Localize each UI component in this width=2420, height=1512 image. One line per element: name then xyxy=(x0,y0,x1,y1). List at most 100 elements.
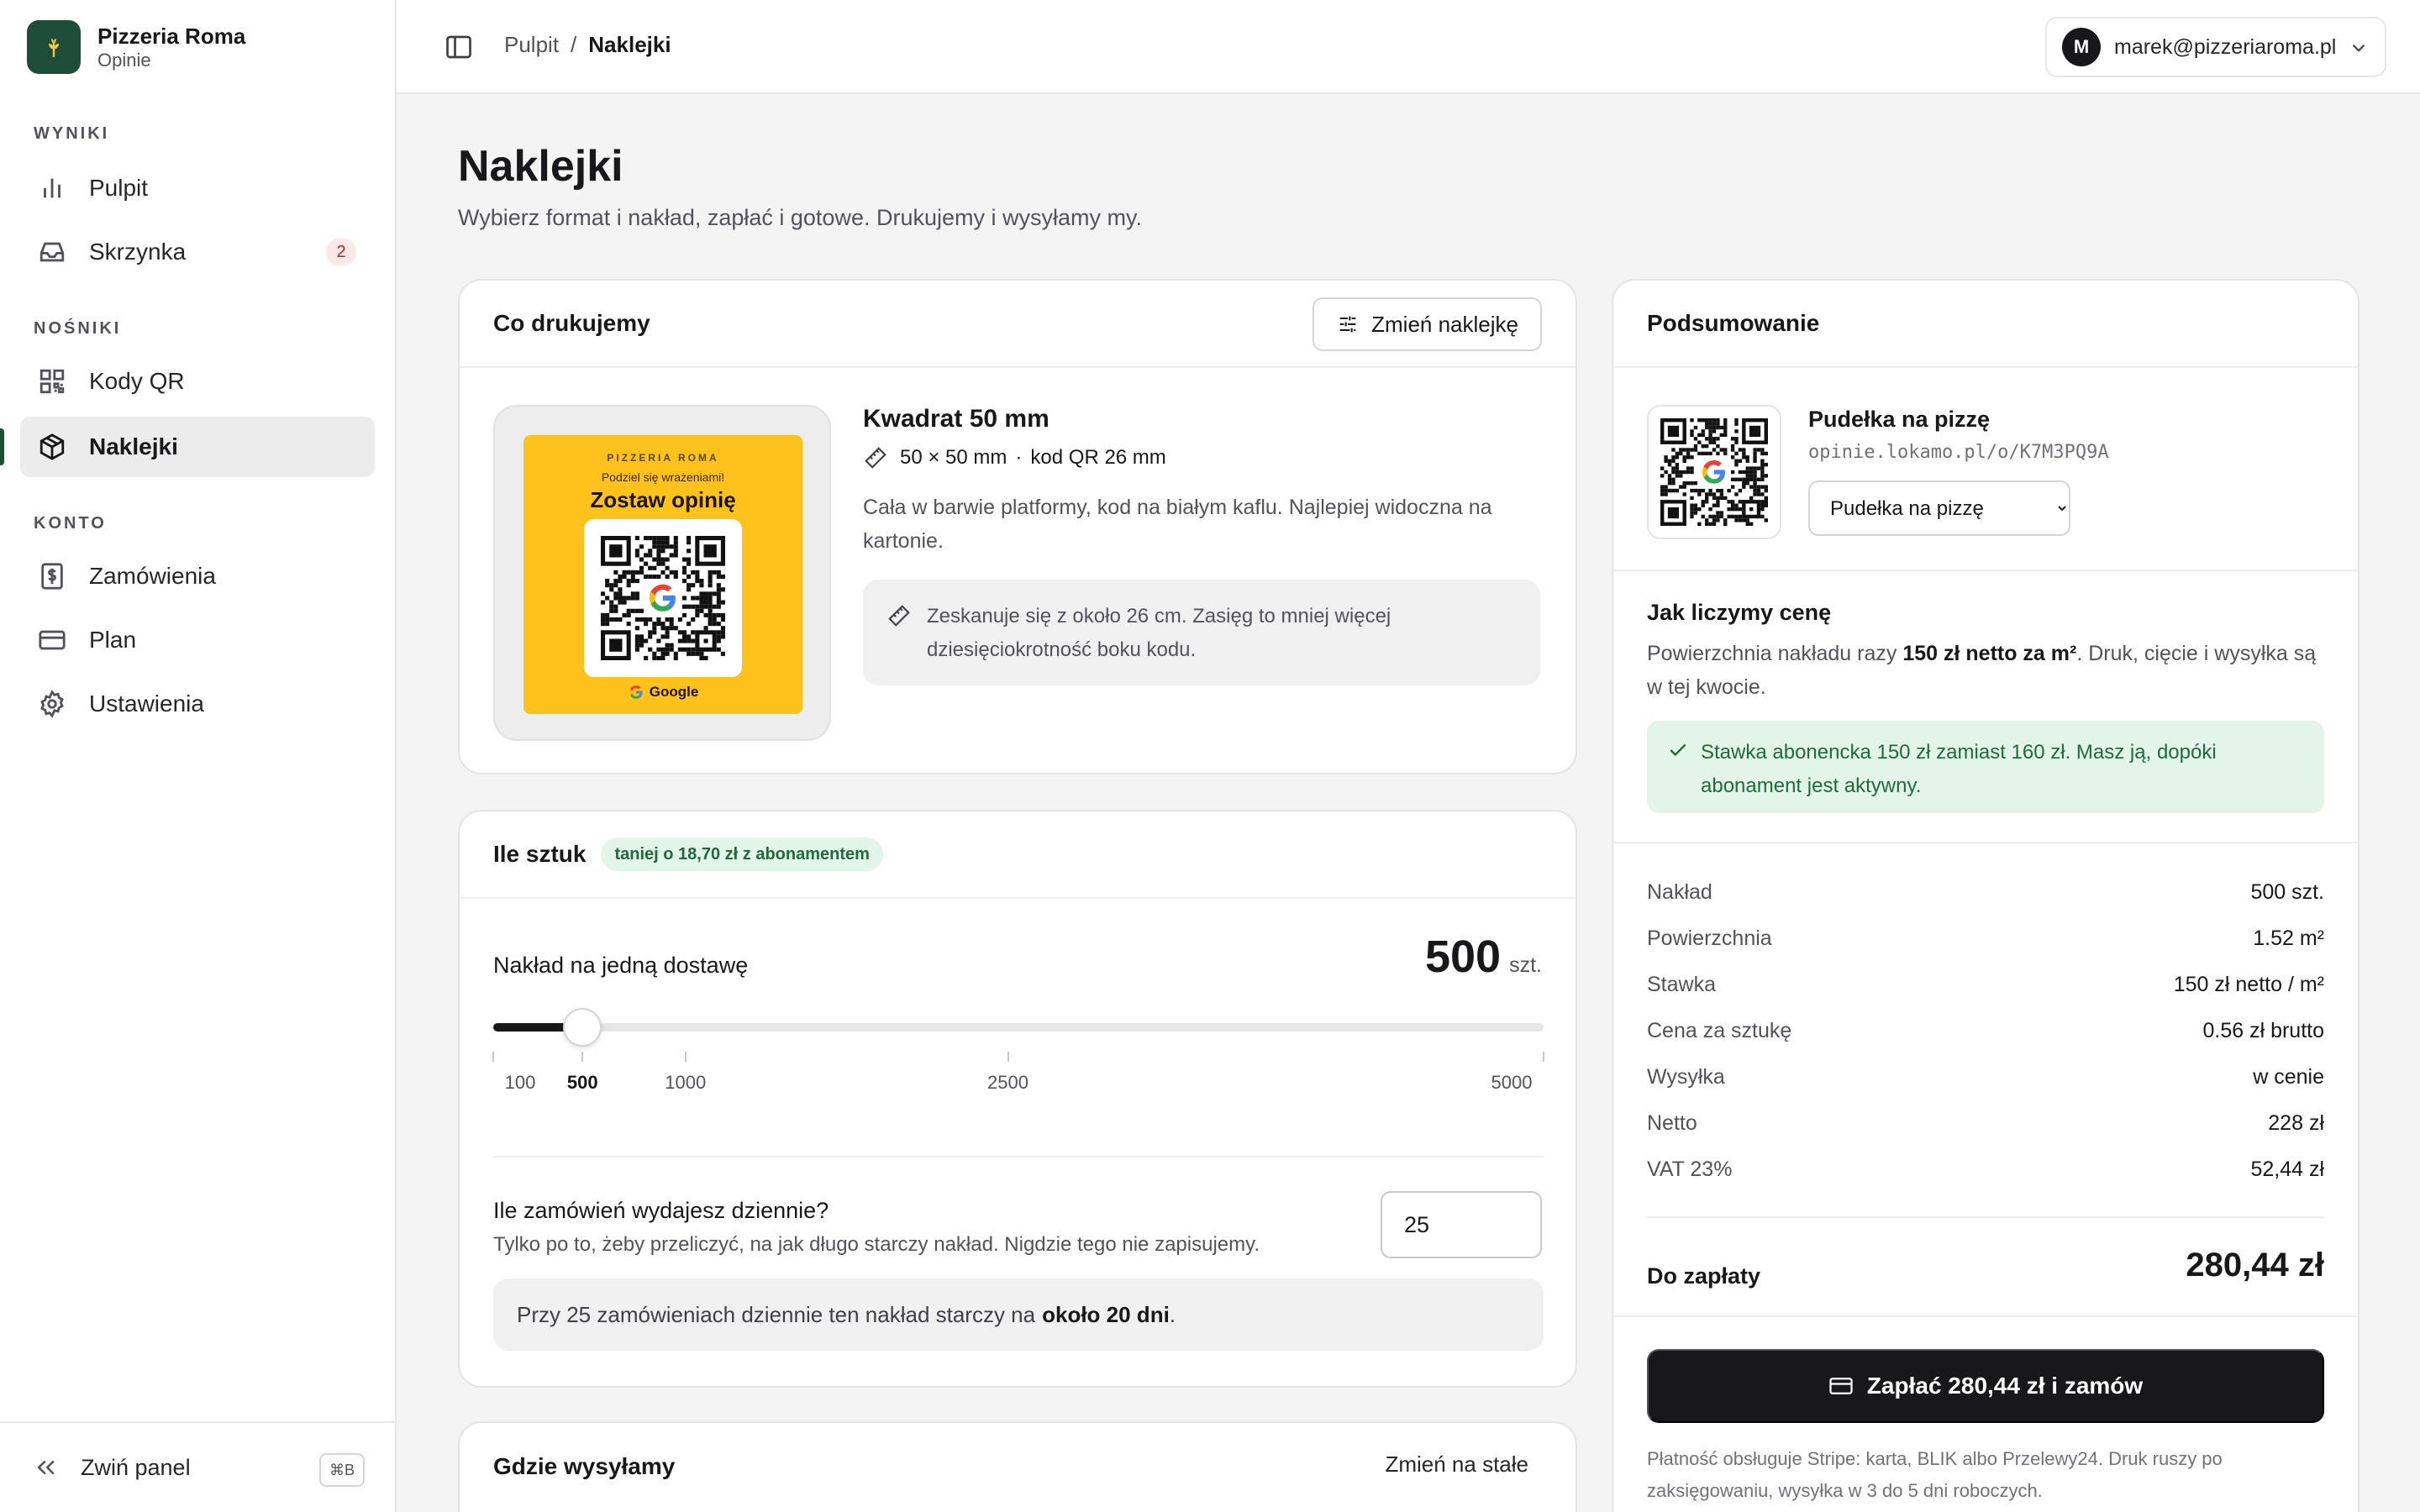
sidebar-item-label: Kody QR xyxy=(89,368,185,394)
summary-row-value: 150 zł netto / m² xyxy=(2173,973,2324,996)
shortcut-badge: ⌘B xyxy=(318,1453,365,1487)
quantity-card: Ile sztuk taniej o 18,70 zł z abonamente… xyxy=(458,810,1577,1388)
quantity-card-title: Ile sztuk xyxy=(493,841,587,867)
user-menu[interactable]: M marek@pizzeriaroma.pl xyxy=(2045,17,2386,77)
daily-orders-input[interactable] xyxy=(1381,1191,1542,1258)
scan-distance-info: Zeskanuje się z około 26 cm. Zasięg to m… xyxy=(863,580,1540,685)
summary-row-label: Wysyłka xyxy=(1647,1065,1725,1089)
summary-row: Wysyłka w cenie xyxy=(1647,1065,2324,1089)
sliders-icon xyxy=(1339,316,1356,333)
sidebar-item-zamowienia[interactable]: Zamówienia xyxy=(20,546,375,606)
shipping-card: Gdzie wysyłamy Zmień na stałe xyxy=(458,1421,1577,1512)
payment-note: Płatność obsługuje Stripe: karta, BLIK a… xyxy=(1647,1448,2223,1501)
summary-row-label: Cena za sztukę xyxy=(1647,1019,1792,1042)
qr-code-icon xyxy=(37,366,67,396)
sidebar: Pizzeria Roma Opinie WYNIKI Pulpit Skrzy… xyxy=(0,0,397,1512)
slider-tick-label[interactable]: 500 xyxy=(567,1072,598,1094)
sticker-google: Google xyxy=(523,684,802,701)
format-spec: 50 × 50 mm · kod QR 26 mm xyxy=(863,445,1166,470)
sticker-google-label: Google xyxy=(649,684,699,700)
brand-logo xyxy=(27,20,81,74)
change-default-address-link[interactable]: Zmień na stałe xyxy=(1385,1452,1528,1478)
change-sticker-button[interactable]: Zmień naklejkę xyxy=(1313,297,1542,351)
bar-chart-icon xyxy=(37,173,67,203)
slider-handle[interactable] xyxy=(563,1008,602,1047)
daily-orders-label: Ile zamówień wydajesz dziennie? xyxy=(493,1198,829,1223)
summary-row-value: 500 szt. xyxy=(2250,880,2324,904)
page-subtitle: Wybierz format i nakład, zapłać i gotowe… xyxy=(458,205,1142,230)
brand[interactable]: Pizzeria Roma Opinie xyxy=(27,20,245,74)
receipt-icon xyxy=(37,561,67,591)
wheat-icon xyxy=(49,39,59,57)
summary-row: Stawka 150 zł netto / m² xyxy=(1647,973,2324,997)
subscriber-rate-text: Stawka abonencka 150 zł zamiast 160 zł. … xyxy=(1701,741,2217,797)
sidebar-item-label: Pulpit xyxy=(89,175,149,201)
slider-tick xyxy=(492,1052,494,1062)
supply-estimate-text: Przy 25 zamówieniach dziennie ten nakład… xyxy=(517,1301,1036,1327)
sidebar-item-kody-qr[interactable]: Kody QR xyxy=(20,351,375,412)
user-email: marek@pizzeriaroma.pl xyxy=(2114,34,2337,59)
sidebar-item-plan[interactable]: Plan xyxy=(20,610,375,670)
topbar: Pulpit / Naklejki M marek@pizzeriaroma.p… xyxy=(397,0,2420,94)
credit-card-icon xyxy=(37,625,67,655)
sidebar-item-naklejki[interactable]: Naklejki xyxy=(20,417,375,477)
total-value: 280,44 zł xyxy=(2186,1247,2324,1284)
google-icon xyxy=(629,685,643,699)
slider-tick-label[interactable]: 2500 xyxy=(987,1072,1028,1094)
slider-tick-label[interactable]: 100 xyxy=(505,1072,536,1094)
qr-code-image xyxy=(601,536,725,660)
check-icon xyxy=(1670,743,1686,757)
page-title: Naklejki xyxy=(458,142,623,191)
pricing-explanation: Powierzchnia nakładu razy 150 zł netto z… xyxy=(1647,637,2336,704)
inbox-icon xyxy=(37,237,67,267)
pay-and-order-button[interactable]: Zapłać 280,44 zł i zamów xyxy=(1647,1349,2324,1423)
collapse-label: Zwiń panel xyxy=(81,1454,191,1480)
daily-orders-help: Tylko po to, żeby przeliczyć, na jak dłu… xyxy=(493,1233,1260,1256)
quantity-slider[interactable] xyxy=(493,1008,1544,1047)
summary-row-value: 1.52 m² xyxy=(2253,927,2324,950)
divider xyxy=(1613,842,2358,843)
slider-tick-label[interactable]: 5000 xyxy=(1491,1072,1533,1094)
ruler-icon xyxy=(865,447,886,469)
chevrons-left-icon xyxy=(37,1460,55,1475)
pay-button-label: Zapłać 280,44 zł i zamów xyxy=(1866,1373,2144,1399)
print-card: Co drukujemy Zmień naklejkę PIZZERIA ROM… xyxy=(458,279,1577,774)
quantity-label: Nakład na jedną dostawę xyxy=(493,953,749,978)
breadcrumb-pulpit[interactable]: Pulpit xyxy=(504,32,559,58)
sidebar-item-pulpit[interactable]: Pulpit xyxy=(20,158,375,218)
summary-card: Podsumowanie Pudełka na pizzę opinie.lok… xyxy=(1612,279,2360,1512)
summary-row: Powierzchnia 1.52 m² xyxy=(1647,927,2324,951)
quantity-unit: szt. xyxy=(1509,953,1542,977)
shipping-card-title: Gdzie wysyłamy xyxy=(493,1453,676,1479)
subscription-discount-badge: taniej o 18,70 zł z abonamentem xyxy=(601,837,883,871)
pricing-title: Jak liczymy cenę xyxy=(1647,600,1832,625)
product-select[interactable]: Pudełka na pizzę xyxy=(1808,480,2070,536)
sidebar-item-label: Naklejki xyxy=(89,433,178,459)
format-qr-size: kod QR 26 mm xyxy=(1030,446,1166,469)
change-sticker-label: Zmień naklejkę xyxy=(1371,311,1518,337)
format-title: Kwadrat 50 mm xyxy=(863,405,1050,433)
sidebar-item-skrzynka[interactable]: Skrzynka 2 xyxy=(20,222,375,282)
divider xyxy=(1647,1216,2324,1218)
sticker-share-text: Podziel się wrażeniami! xyxy=(601,470,725,484)
supply-estimate-end: . xyxy=(1169,1301,1176,1327)
sidebar-toggle-button[interactable] xyxy=(444,32,474,66)
product-name: Pudełka na pizzę xyxy=(1808,407,1991,432)
sidebar-item-label: Ustawienia xyxy=(89,690,204,717)
summary-row-label: VAT 23% xyxy=(1647,1158,1733,1181)
sticker-brand: PIZZERIA ROMA xyxy=(607,452,719,464)
sidebar-item-label: Zamówienia xyxy=(89,563,216,589)
sidebar-item-ustawienia[interactable]: Ustawienia xyxy=(20,674,375,734)
slider-tick xyxy=(1543,1052,1544,1062)
slider-tick xyxy=(684,1052,687,1062)
sticker-qr-tile xyxy=(584,519,742,677)
breadcrumb-current: Naklejki xyxy=(588,32,671,57)
collapse-panel-button[interactable]: Zwiń panel ⌘B xyxy=(0,1421,397,1512)
total-label: Do zapłaty xyxy=(1647,1263,1761,1289)
scan-distance-text: Zeskanuje się z około 26 cm. Zasięg to m… xyxy=(927,605,1392,661)
summary-row-value: 52,44 zł xyxy=(2250,1158,2324,1181)
slider-tick-label[interactable]: 1000 xyxy=(665,1072,706,1094)
summary-row-value: 0.56 zł brutto xyxy=(2202,1019,2324,1042)
summary-row-label: Nakład xyxy=(1647,880,1712,904)
sidebar-toggle-icon xyxy=(446,35,471,59)
